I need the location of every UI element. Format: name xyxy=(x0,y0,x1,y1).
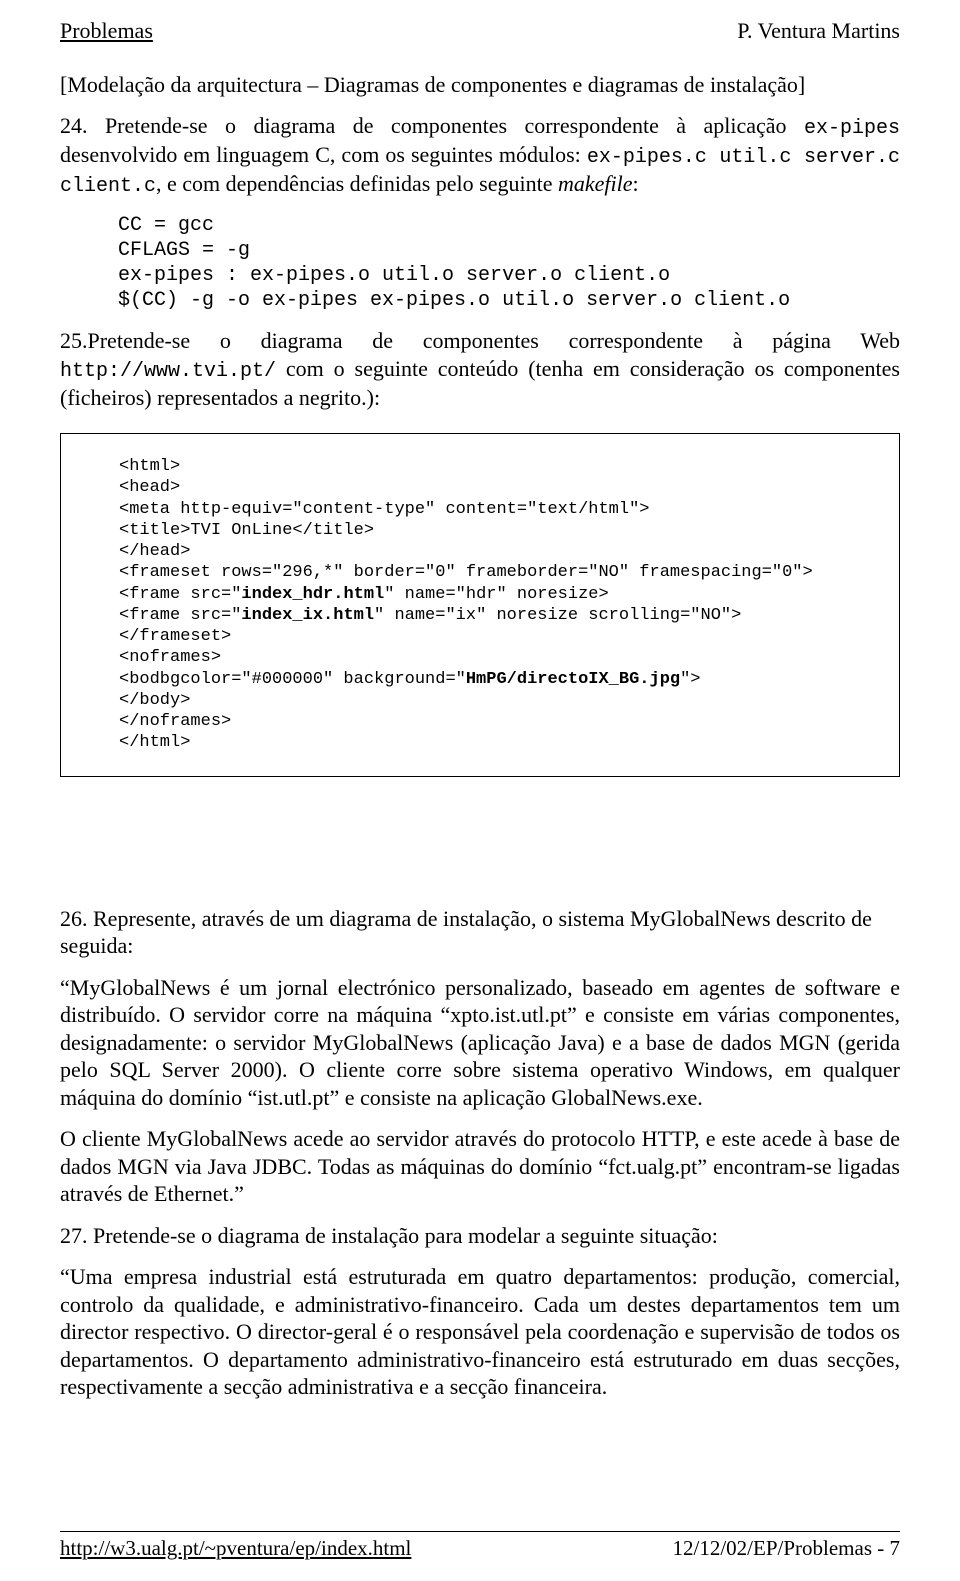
p25-url: http://www.tvi.pt/ xyxy=(60,360,276,383)
p25-text-a: 25.Pretende-se o diagrama de componentes… xyxy=(60,328,900,353)
code-bold-bgjpg: HmPG/directoIX_BG.jpg xyxy=(466,670,680,689)
problem-25: 25.Pretende-se o diagrama de componentes… xyxy=(60,327,900,411)
footer-page: 12/12/02/EP/Problemas - 7 xyxy=(673,1536,901,1561)
problem-27-intro: 27. Pretende-se o diagrama de instalação… xyxy=(60,1222,900,1250)
doc-header-left: Problemas xyxy=(60,18,153,44)
section-title: [Modelação da arquitectura – Diagramas d… xyxy=(60,72,900,98)
problem-26-quote-1: “MyGlobalNews é um jornal electrónico pe… xyxy=(60,974,900,1112)
p24-colon: : xyxy=(633,171,639,196)
problem-24: 24. Pretende-se o diagrama de componente… xyxy=(60,112,900,199)
html-code: <html> <head> <meta http-equiv="content-… xyxy=(119,456,877,754)
footer-url: http://w3.ualg.pt/~pventura/ep/index.htm… xyxy=(60,1536,411,1561)
problem-26-quote-2: O cliente MyGlobalNews acede ao servidor… xyxy=(60,1125,900,1208)
code-bold-index-ix: index_ix.html xyxy=(241,606,374,625)
doc-header-right: P. Ventura Martins xyxy=(737,18,900,44)
p24-text-d: , e com dependências definidas pelo segu… xyxy=(156,171,558,196)
p24-code-expipes: ex-pipes xyxy=(804,117,900,140)
html-code-box: <html> <head> <meta http-equiv="content-… xyxy=(60,433,900,777)
problem-26-intro: 26. Represente, através de um diagrama d… xyxy=(60,905,900,960)
problem-27-quote: “Uma empresa industrial está estruturada… xyxy=(60,1263,900,1401)
code-bold-index-hdr: index_hdr.html xyxy=(241,585,384,604)
page-footer: http://w3.ualg.pt/~pventura/ep/index.htm… xyxy=(60,1531,900,1561)
p24-text-a: 24. Pretende-se o diagrama de componente… xyxy=(60,113,804,138)
p24-makefile-word: makefile xyxy=(558,171,633,196)
p24-text-b: desenvolvido em linguagem C, com os segu… xyxy=(60,142,587,167)
makefile-block: CC = gcc CFLAGS = -g ex-pipes : ex-pipes… xyxy=(118,213,900,313)
